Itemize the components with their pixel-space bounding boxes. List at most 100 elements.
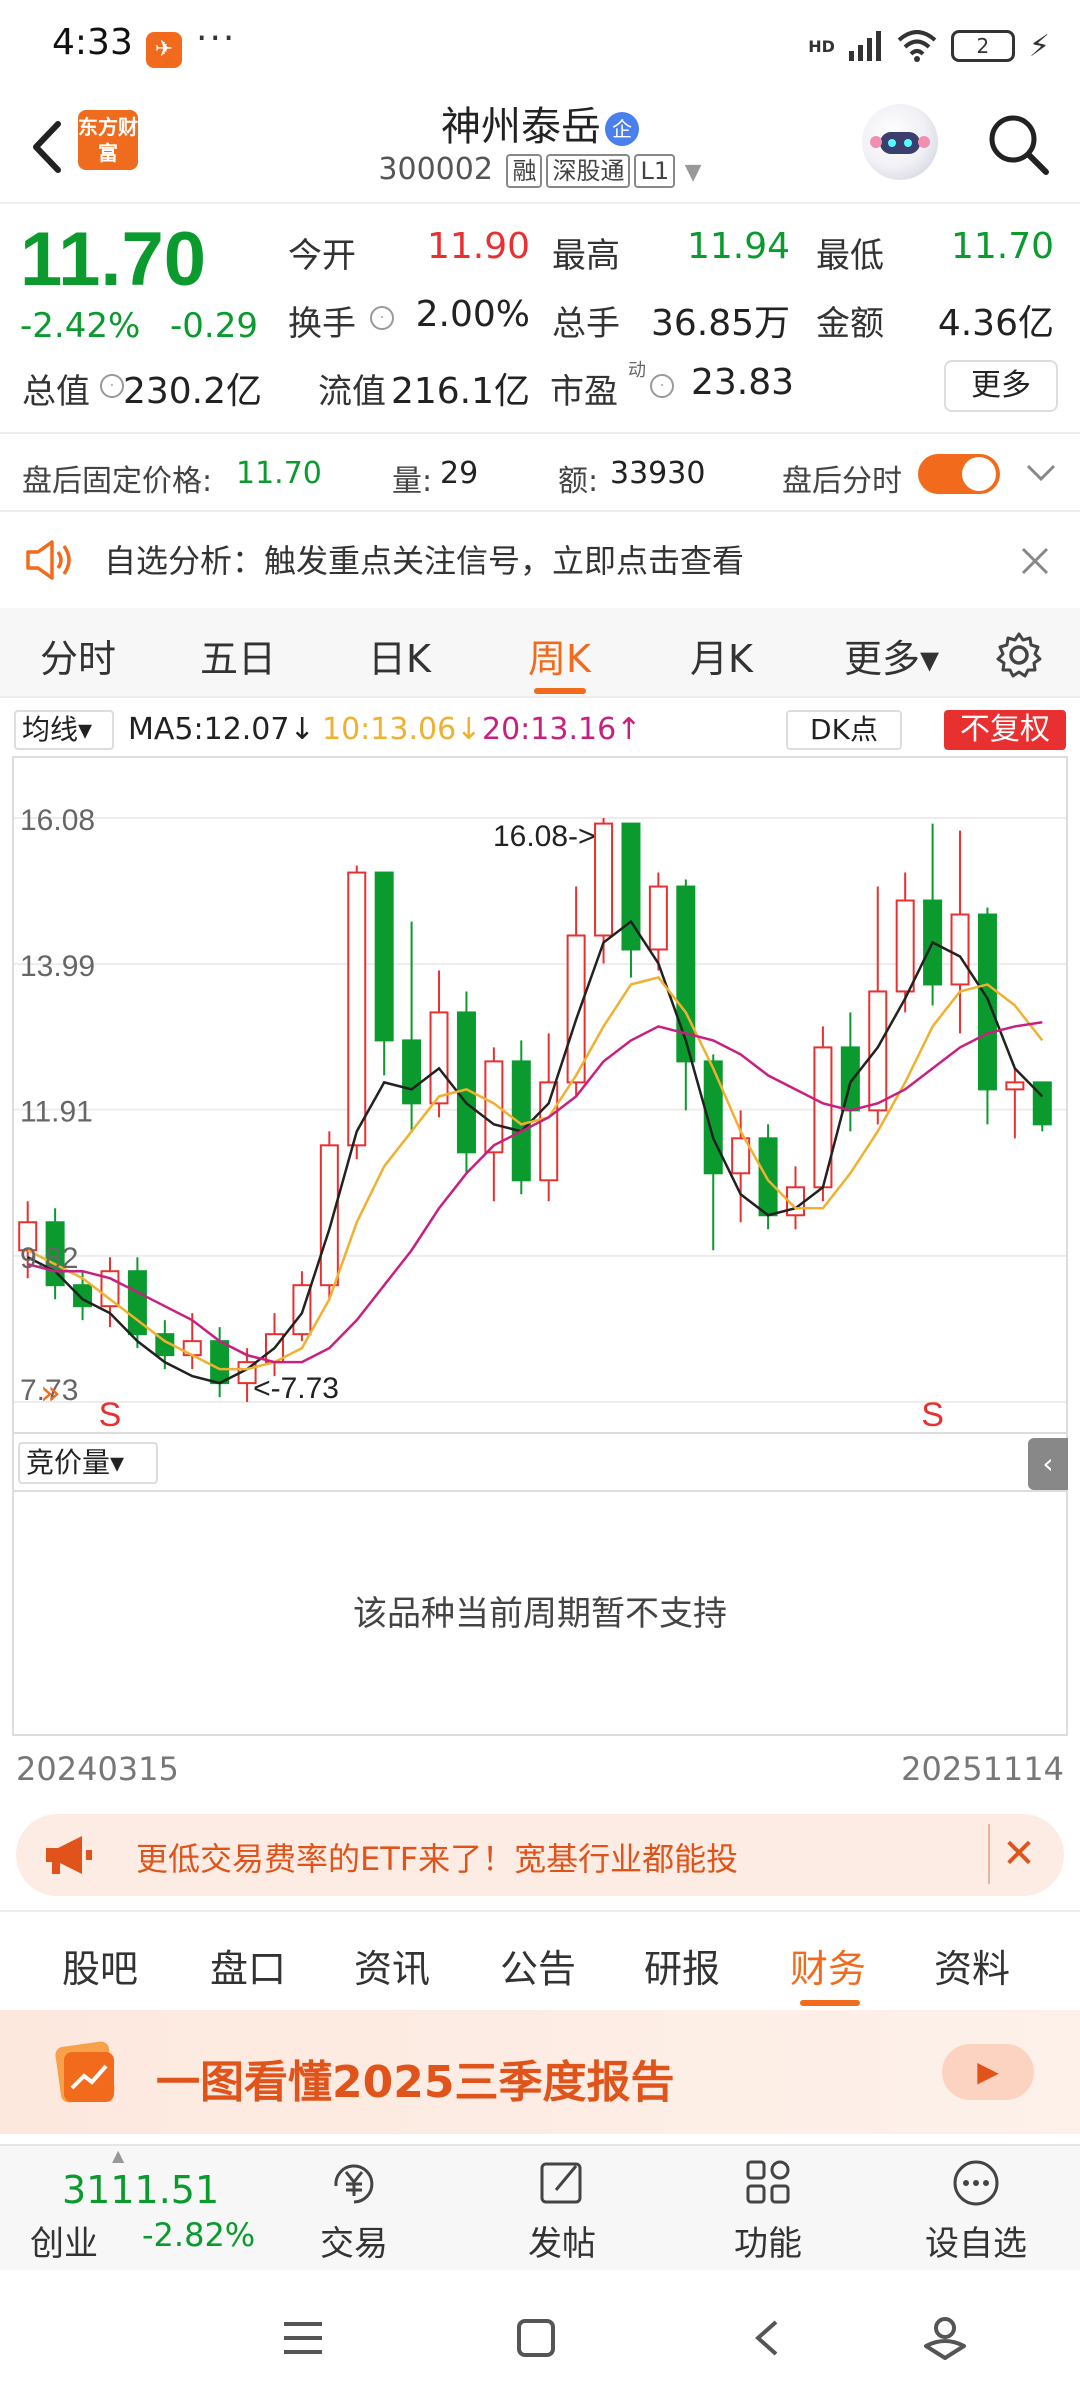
status-time: 4:33 xyxy=(52,22,133,63)
nav-functions-label: 功能 xyxy=(734,2224,802,2264)
nav-functions[interactable]: 功能 xyxy=(698,2158,838,2265)
candle-body xyxy=(374,871,394,1042)
nav-post-label: 发帖 xyxy=(528,2224,596,2264)
tab-monthly-k[interactable]: 月K xyxy=(690,628,753,683)
gear-icon[interactable] xyxy=(994,630,1044,680)
analysis-notice[interactable]: 自选分析：触发重点关注信号，立即点击查看 xyxy=(0,512,1080,608)
back-button[interactable] xyxy=(22,112,72,182)
ma20-value: 20:13.16↑ xyxy=(482,712,642,747)
close-icon[interactable]: ✕ xyxy=(988,1824,1048,1884)
speaker-icon xyxy=(26,540,71,580)
app-notification-icon: ✈ xyxy=(146,32,182,68)
tab-guba[interactable]: 股吧 xyxy=(62,1938,138,1993)
quote-volume-value: 36.85万 xyxy=(650,303,790,344)
tag-connect: 深股通 xyxy=(546,154,631,188)
tab-daily-k[interactable]: 日K xyxy=(368,628,431,683)
candle-body xyxy=(1005,1081,1025,1091)
megaphone-icon xyxy=(46,1836,92,1874)
tab-more[interactable]: 更多▾ xyxy=(844,628,939,683)
chevron-down-icon[interactable]: ▼ xyxy=(685,160,702,185)
volume-header: 竞价量▾ ‹ xyxy=(12,1434,1068,1490)
high-annotation: 16.08-> xyxy=(493,820,596,853)
report-banner-text: 一图看懂2025三季度报告 xyxy=(156,2057,675,2108)
tab-five-day[interactable]: 五日 xyxy=(200,628,276,683)
nav-post[interactable]: 发帖 xyxy=(492,2158,632,2265)
pe-info-icon[interactable]: · xyxy=(650,374,674,398)
index-value[interactable]: 3111.51 xyxy=(62,2168,219,2212)
tab-profile[interactable]: 资料 xyxy=(934,1938,1010,1993)
candle-body xyxy=(456,1011,476,1154)
enterprise-badge[interactable]: 企 xyxy=(605,112,639,146)
quote-low-value: 11.70 xyxy=(950,226,1054,267)
status-bar: 4:33 ✈ ··· HD 2 ⚡ xyxy=(0,0,1080,92)
expand-chevron-icon: » xyxy=(40,1373,61,1413)
pe-dynamic-superscript: 动 xyxy=(628,360,646,381)
tab-pankou[interactable]: 盘口 xyxy=(210,1938,286,1993)
play-arrow-icon[interactable]: ▶ xyxy=(942,2044,1034,2100)
volume-select[interactable]: 竞价量▾ xyxy=(18,1442,158,1484)
signal-icon xyxy=(848,31,881,61)
home-icon[interactable] xyxy=(516,2318,556,2358)
menu-icon[interactable] xyxy=(282,2320,324,2356)
tab-news[interactable]: 资讯 xyxy=(354,1938,430,1993)
after-hours-amount-label: 额: xyxy=(558,464,599,499)
more-quote-button[interactable]: 更多 xyxy=(944,360,1058,412)
dk-point-button[interactable]: DK点 xyxy=(786,710,902,750)
more-circle-icon xyxy=(953,2160,999,2206)
tag-margin: 融 xyxy=(506,154,543,188)
close-icon[interactable] xyxy=(1020,546,1050,576)
quote-pe-ratio-value: 23.83 xyxy=(690,362,794,403)
nav-trade-label: 交易 xyxy=(320,2224,388,2264)
ma-select[interactable]: 均线▾ xyxy=(14,710,114,750)
ma-line-ma10 xyxy=(27,976,1044,1371)
candle-body xyxy=(758,1137,778,1217)
quote-amount-value: 4.36亿 xyxy=(937,303,1054,344)
turnover-info-icon[interactable]: · xyxy=(370,306,394,330)
after-hours-toggle[interactable] xyxy=(918,454,1000,494)
tab-timeshare[interactable]: 分时 xyxy=(40,628,116,683)
chevron-down-icon[interactable] xyxy=(1024,460,1058,486)
quote-float-cap-value: 216.1亿 xyxy=(390,371,530,412)
battery-icon: 2 xyxy=(950,30,1015,62)
report-banner[interactable]: 一图看懂2025三季度报告 ▶ xyxy=(0,2010,1080,2134)
index-name: 创业 xyxy=(30,2224,98,2264)
index-change: -2.82% xyxy=(142,2216,256,2254)
assistant-robot-icon[interactable] xyxy=(862,104,938,180)
after-hours-price: 11.70 xyxy=(236,456,322,491)
candle-body xyxy=(539,1081,559,1182)
no-adjust-button[interactable]: 不复权 xyxy=(944,710,1066,750)
edit-icon xyxy=(540,2162,582,2204)
low-annotation: <-7.73 xyxy=(253,1372,339,1405)
active-tab-indicator xyxy=(800,2000,860,2006)
assistant-icon[interactable] xyxy=(922,2314,968,2362)
nav-add-watchlist[interactable]: 设自选 xyxy=(906,2158,1046,2265)
tab-weekly-k[interactable]: 周K xyxy=(528,628,591,683)
candle-body xyxy=(319,1144,339,1287)
promo-text: 更低交易费率的ETF来了！宽基行业都能投 xyxy=(136,1840,739,1878)
quote-volume-label: 总手 xyxy=(552,304,620,344)
nav-trade[interactable]: 交易 xyxy=(284,2158,424,2265)
quote-pe-ratio-label: 市盈 xyxy=(550,372,618,412)
kline-chart[interactable]: 16.08 13.99 11.91 9.82 7.73 16.08-> <-7.73 S S» xyxy=(12,756,1068,1434)
notice-text: 自选分析：触发重点关注信号，立即点击查看 xyxy=(104,542,745,580)
candle-body xyxy=(594,822,614,937)
chart-end-date: 20251114 xyxy=(901,1750,1064,1788)
after-hours-amount: 33930 xyxy=(610,456,706,491)
bottom-bar: ▲ 3111.51 创业 -2.82% 交易 发帖 功能 设自选 xyxy=(0,2144,1080,2270)
stock-code: 300002 xyxy=(378,152,493,187)
etf-promo-banner[interactable]: 更低交易费率的ETF来了！宽基行业都能投 ✕ xyxy=(16,1814,1064,1896)
quote-market-cap-label: 总值 xyxy=(22,372,90,412)
candle-body xyxy=(895,899,915,993)
candle-body xyxy=(648,885,668,951)
caret-up-icon: ▲ xyxy=(112,2146,125,2165)
change-percent: -2.42% xyxy=(20,306,141,346)
back-icon[interactable] xyxy=(752,2318,782,2358)
collapse-chevron-icon[interactable]: ‹ xyxy=(1028,1438,1068,1490)
market-cap-info-icon[interactable]: · xyxy=(100,374,124,398)
tab-finance[interactable]: 财务 xyxy=(790,1938,866,1993)
search-icon[interactable] xyxy=(982,108,1054,180)
network-label: HD xyxy=(808,36,835,56)
tab-research[interactable]: 研报 xyxy=(644,1938,720,1993)
tab-announcements[interactable]: 公告 xyxy=(500,1938,576,1993)
y-tick-label: 9.82 xyxy=(20,1242,78,1275)
